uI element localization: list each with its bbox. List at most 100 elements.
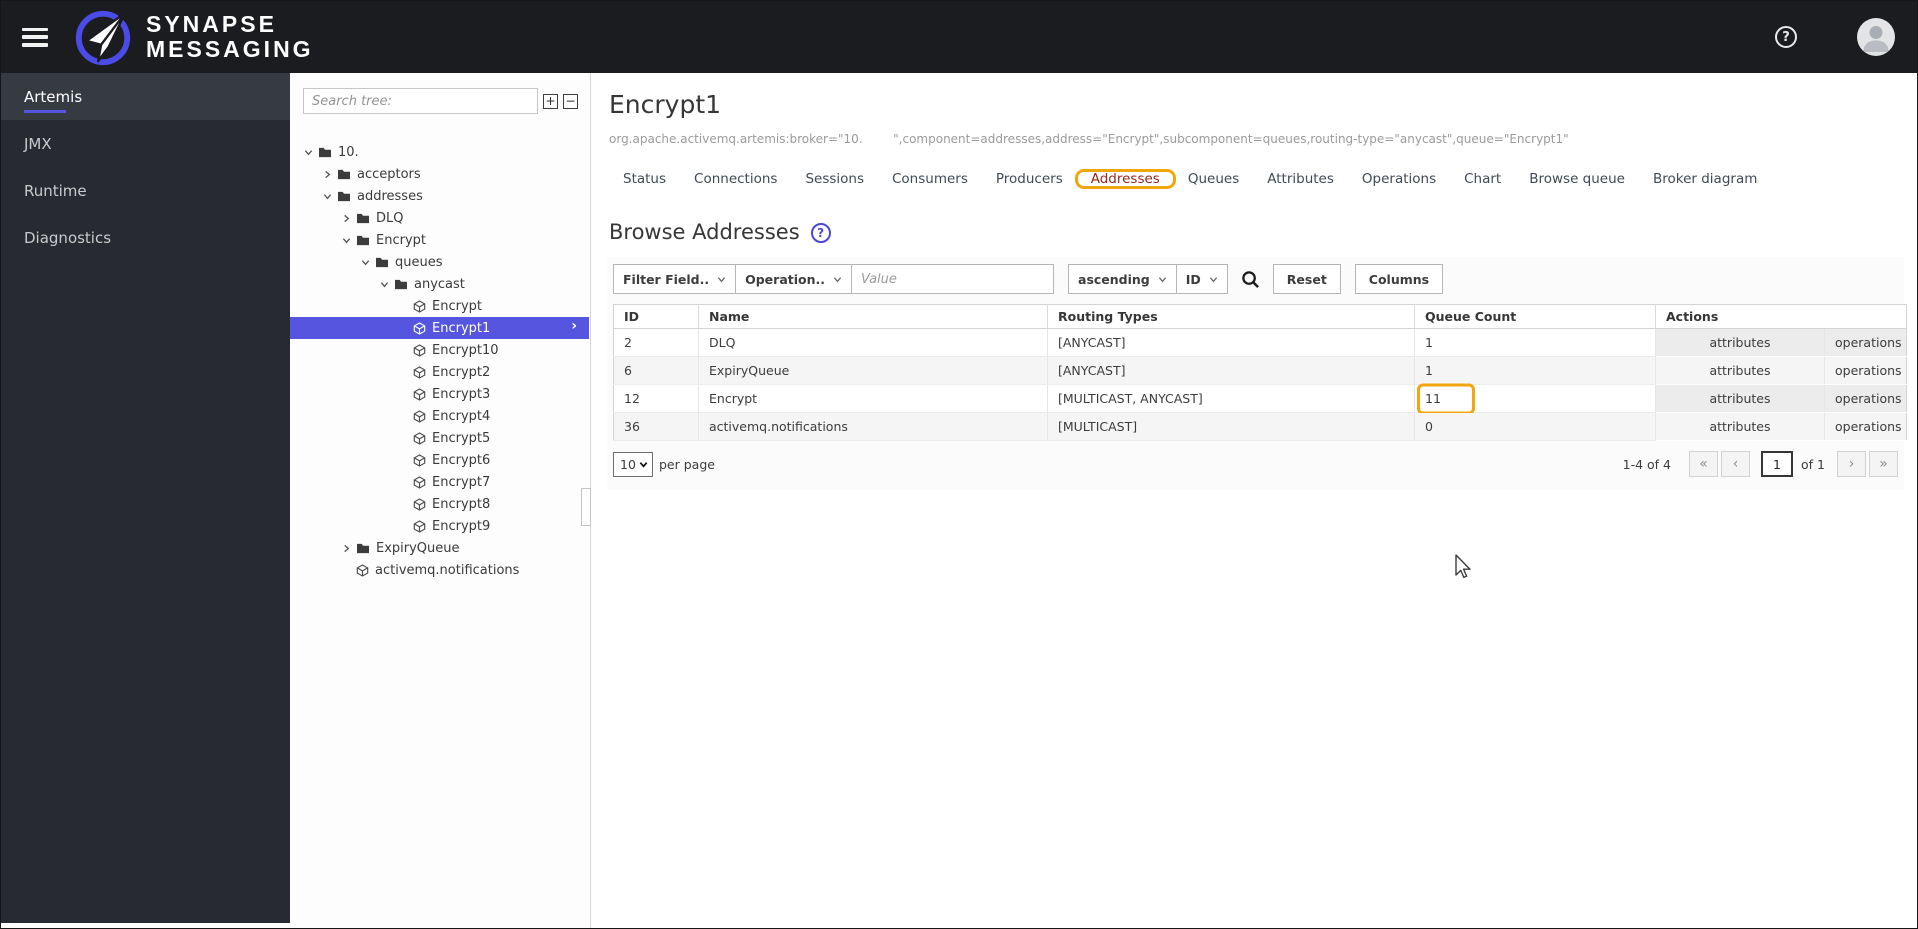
tree-expand-all-icon[interactable]: + <box>543 93 558 109</box>
sidebar-item-jmx[interactable]: JMX <box>1 120 290 167</box>
filter-field-select[interactable]: Filter Field.. <box>613 264 737 294</box>
per-page-select[interactable]: 10 <box>613 451 653 477</box>
tree-node-expiryqueue[interactable]: ExpiryQueue <box>290 537 589 559</box>
sidebar: Artemis JMX Runtime Diagnostics <box>1 73 290 923</box>
tab-sessions[interactable]: Sessions <box>791 171 878 187</box>
caret-right-icon[interactable] <box>342 544 356 553</box>
tree-node-anycast[interactable]: anycast <box>290 273 589 295</box>
filter-value-input[interactable] <box>851 264 1055 294</box>
tree-node-encrypt[interactable]: Encrypt <box>290 295 589 317</box>
tree-node-encrypt8[interactable]: Encrypt8 <box>290 493 589 515</box>
column-header-id[interactable]: ID <box>613 304 699 329</box>
tree-node-encrypt10[interactable]: Encrypt10 <box>290 339 589 361</box>
reset-button[interactable]: Reset <box>1272 264 1341 294</box>
next-page-button[interactable]: › <box>1837 451 1866 477</box>
tree-node-queues[interactable]: queues <box>290 251 589 273</box>
tree-node-encrypt5[interactable]: Encrypt5 <box>290 427 589 449</box>
tab-consumers[interactable]: Consumers <box>878 171 982 187</box>
operations-button[interactable]: operations <box>1824 356 1907 385</box>
tree-node-encrypt9[interactable]: Encrypt9 <box>290 515 589 537</box>
caret-down-icon[interactable] <box>323 192 337 201</box>
attributes-button[interactable]: attributes <box>1655 384 1825 413</box>
last-page-button[interactable]: » <box>1869 451 1898 477</box>
column-header-routing-types[interactable]: Routing Types <box>1047 304 1415 329</box>
tree-node-addresses[interactable]: addresses <box>290 185 589 207</box>
tab-broker-diagram[interactable]: Broker diagram <box>1639 171 1771 187</box>
tree-node-activemq-notifications[interactable]: activemq.notifications <box>290 559 589 581</box>
chevron-down-icon <box>1158 276 1166 282</box>
tree-node-encrypt2[interactable]: Encrypt2 <box>290 361 589 383</box>
main-content: Encrypt1 org.apache.activemq.artemis:bro… <box>591 73 1917 928</box>
operation-select[interactable]: Operation.. <box>735 264 853 294</box>
brand-logo: SYNAPSE MESSAGING <box>72 6 314 68</box>
tree-search-input[interactable] <box>303 88 538 114</box>
caret-down-icon[interactable] <box>342 236 356 245</box>
attributes-button[interactable]: attributes <box>1655 328 1825 357</box>
operations-button[interactable]: operations <box>1824 412 1907 441</box>
cell-queue-count: 1 <box>1414 356 1656 385</box>
user-avatar[interactable] <box>1857 18 1895 56</box>
tree-node-encrypt[interactable]: Encrypt <box>290 229 589 251</box>
sort-order-select[interactable]: ascending <box>1068 264 1177 294</box>
tree-node-dlq[interactable]: DLQ <box>290 207 589 229</box>
search-button[interactable] <box>1241 270 1260 289</box>
tab-status[interactable]: Status <box>609 171 680 187</box>
tree-node-label: Encrypt10 <box>432 342 499 358</box>
tab-browse-queue[interactable]: Browse queue <box>1515 171 1639 187</box>
caret-down-icon[interactable] <box>304 148 318 157</box>
operations-button[interactable]: operations <box>1824 328 1907 357</box>
tab-attributes[interactable]: Attributes <box>1253 171 1348 187</box>
tab-operations[interactable]: Operations <box>1348 171 1450 187</box>
first-page-button[interactable]: « <box>1689 451 1719 477</box>
tree-node-10[interactable]: 10. <box>290 141 589 163</box>
current-page-input[interactable] <box>1761 451 1794 477</box>
cell-queue-count: 1 <box>1414 328 1656 357</box>
tree-node-encrypt1[interactable]: Encrypt1 › <box>290 317 589 339</box>
menu-toggle-button[interactable] <box>22 27 48 47</box>
tab-addresses[interactable]: Addresses <box>1074 169 1176 189</box>
tree-node-label: DLQ <box>376 210 404 226</box>
tree-node-label: Encrypt9 <box>432 518 491 534</box>
caret-down-icon[interactable] <box>361 258 375 267</box>
tree-node-encrypt7[interactable]: Encrypt7 <box>290 471 589 493</box>
tree: 10. acceptors addresses DLQ Encrypt queues any… <box>290 141 589 581</box>
column-header-name[interactable]: Name <box>698 304 1048 329</box>
cell-routing-types: [ANYCAST] <box>1047 356 1415 385</box>
attributes-button[interactable]: attributes <box>1655 356 1825 385</box>
tab-connections[interactable]: Connections <box>680 171 791 187</box>
tree-scrollbar[interactable] <box>581 73 591 928</box>
attributes-button[interactable]: attributes <box>1655 412 1825 441</box>
tree-node-encrypt4[interactable]: Encrypt4 <box>290 405 589 427</box>
tree-node-label: Encrypt5 <box>432 430 491 446</box>
caret-right-icon[interactable] <box>342 214 356 223</box>
tab-chart[interactable]: Chart <box>1450 171 1515 187</box>
columns-button[interactable]: Columns <box>1354 264 1444 294</box>
tree-collapse-all-icon[interactable]: − <box>563 93 578 109</box>
filter-toolbar: Filter Field.. Operation.. ascending ID <box>613 264 1898 294</box>
tree-node-encrypt6[interactable]: Encrypt6 <box>290 449 589 471</box>
sidebar-item-artemis[interactable]: Artemis <box>1 73 290 120</box>
section-help-icon[interactable]: ? <box>810 223 831 243</box>
tree-node-label: Encrypt <box>432 298 482 314</box>
prev-page-button[interactable]: ‹ <box>1721 451 1751 477</box>
tree-node-encrypt3[interactable]: Encrypt3 <box>290 383 589 405</box>
tab-queues[interactable]: Queues <box>1174 171 1253 187</box>
sidebar-item-diagnostics[interactable]: Diagnostics <box>1 214 290 261</box>
operations-button[interactable]: operations <box>1824 384 1907 413</box>
cell-name: ExpiryQueue <box>698 356 1048 385</box>
sort-field-select[interactable]: ID <box>1175 264 1228 294</box>
tab-producers[interactable]: Producers <box>982 171 1077 187</box>
tree-node-acceptors[interactable]: acceptors <box>290 163 589 185</box>
column-header-queue-count[interactable]: Queue Count <box>1414 304 1656 329</box>
caret-down-icon[interactable] <box>380 280 394 289</box>
tree-node-label: Encrypt4 <box>432 408 491 424</box>
caret-right-icon[interactable] <box>323 170 337 179</box>
chevron-down-icon <box>717 276 726 282</box>
queue-cube-icon <box>413 431 426 445</box>
table-row: 12 Encrypt [MULTICAST, ANYCAST] 11 attribute… <box>613 383 1907 414</box>
sidebar-item-runtime[interactable]: Runtime <box>1 167 290 214</box>
tree-scrollbar-thumb[interactable] <box>581 488 591 526</box>
cell-queue-count: 0 <box>1414 412 1656 441</box>
column-header-actions[interactable]: Actions <box>1655 304 1907 329</box>
header-help-icon[interactable]: ? <box>1775 26 1797 48</box>
